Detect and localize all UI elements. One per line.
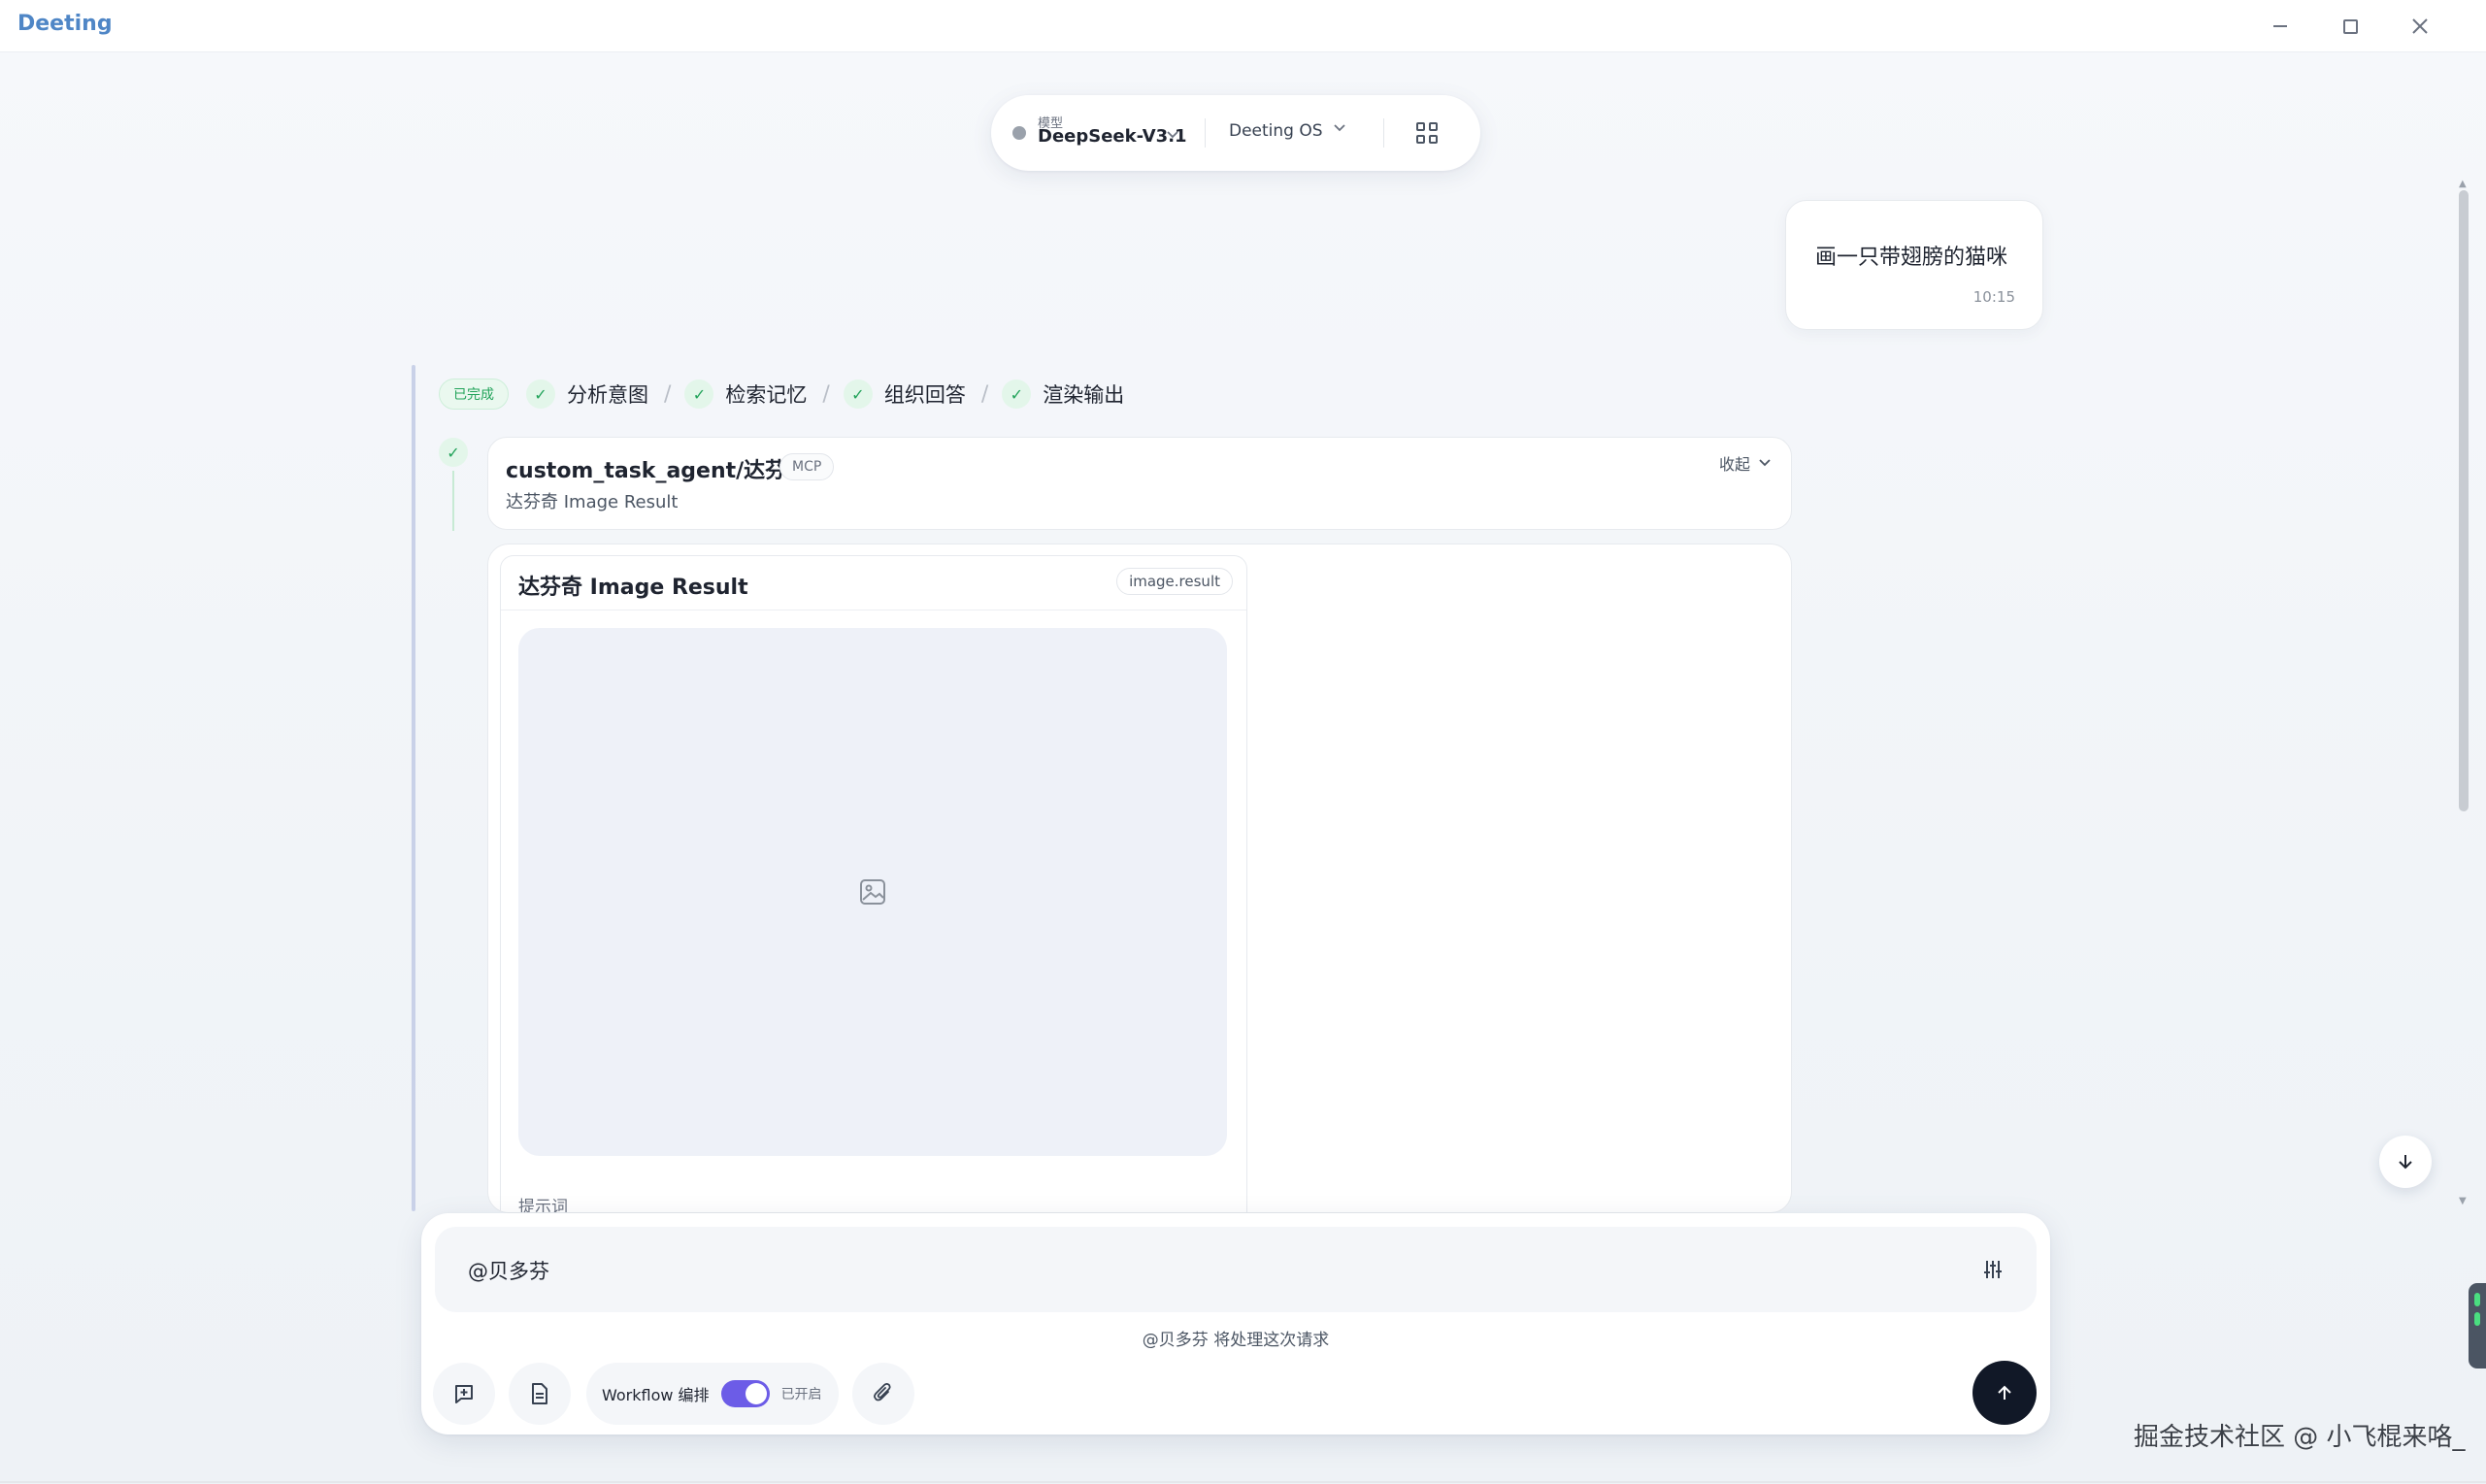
collapse-label: 收起 — [1718, 455, 1750, 474]
step-label: 组织回答 — [883, 383, 966, 407]
model-select[interactable]: DeepSeek-V3.1 — [1038, 126, 1187, 147]
close-icon[interactable] — [2385, 0, 2455, 52]
scroll-thumb[interactable] — [2459, 190, 2469, 811]
message-composer: @贝多芬 @贝多芬 将处理这次请求 Workflow 编排 已开启 — [421, 1213, 2050, 1435]
tool-subtitle: 达芬奇 Image Result — [506, 492, 679, 512]
user-message-bubble: 画一只带翅膀的猫咪 10:15 — [1785, 200, 2043, 330]
composer-hint: @贝多芬 将处理这次请求 — [1142, 1331, 1330, 1350]
settings-sliders-icon[interactable] — [1967, 1243, 2019, 1296]
divider — [0, 1481, 2486, 1483]
check-icon: ✓ — [526, 379, 555, 409]
new-chat-button[interactable] — [433, 1363, 495, 1425]
progress-steps: 已完成 ✓ 分析意图 / ✓ 检索记忆 / ✓ 组织回答 / ✓ 渲染输出 — [439, 377, 1138, 412]
model-status-dot — [1012, 126, 1026, 140]
check-icon: ✓ — [439, 438, 468, 467]
chevron-down-icon[interactable] — [1166, 128, 1179, 144]
divider — [1383, 118, 1384, 148]
workflow-toggle[interactable] — [720, 1380, 770, 1407]
tool-call-card: custom_task_agent/达芬奇 MCP 达芬奇 Image Resu… — [487, 437, 1792, 530]
step-separator: / — [980, 381, 989, 407]
watermark: 掘金技术社区 @ 小飞棍来咯_ — [2134, 1423, 2466, 1452]
send-button[interactable] — [1972, 1361, 2037, 1425]
image-icon — [860, 879, 885, 905]
os-select[interactable]: Deeting OS — [1229, 121, 1323, 141]
workflow-state: 已开启 — [780, 1387, 822, 1402]
divider — [1205, 118, 1206, 148]
result-type-tag: image.result — [1116, 568, 1233, 595]
message-input[interactable]: @贝多芬 — [435, 1227, 2037, 1312]
edge-widget[interactable] — [2469, 1283, 2486, 1369]
step-analyze-intent: ✓ 分析意图 — [526, 379, 648, 409]
model-selector-bar: 模型 DeepSeek-V3.1 Deeting OS — [991, 95, 1480, 171]
step-label: 检索记忆 — [725, 383, 808, 407]
add-message-icon — [455, 1385, 473, 1403]
step-label: 渲染输出 — [1043, 383, 1125, 407]
scroll-up-arrow-icon[interactable]: ▲ — [2459, 179, 2467, 189]
step-label: 分析意图 — [567, 383, 648, 407]
arrow-up-icon — [1998, 1385, 2011, 1400]
message-timestamp: 10:15 — [1972, 288, 2015, 306]
scroll-to-bottom-button[interactable] — [2379, 1136, 2432, 1188]
user-message-text: 画一只带翅膀的猫咪 — [1815, 246, 2008, 270]
scroll-down-arrow-icon[interactable]: ▼ — [2459, 1196, 2467, 1206]
assistant-timeline-bar — [412, 365, 415, 1211]
image-result-card: 达芬奇 Image Result image.result 提示词 — [500, 555, 1247, 1213]
status-badge: 已完成 — [439, 379, 509, 410]
maximize-icon[interactable] — [2315, 0, 2385, 52]
check-icon: ✓ — [1002, 379, 1032, 409]
title-bar: Deeting — [0, 0, 2486, 52]
attach-button[interactable] — [852, 1363, 914, 1425]
check-icon: ✓ — [684, 379, 714, 409]
document-button[interactable] — [509, 1363, 571, 1425]
step-separator: / — [822, 381, 830, 407]
collapse-button[interactable]: 收起 — [1719, 451, 1772, 475]
document-icon — [532, 1383, 547, 1404]
paperclip-icon — [874, 1382, 891, 1402]
workflow-toggle-pill[interactable]: Workflow 编排 已开启 — [586, 1363, 839, 1425]
message-input-value[interactable]: @贝多芬 — [468, 1256, 549, 1285]
result-title: 达芬奇 Image Result — [518, 576, 748, 600]
check-icon: ✓ — [843, 379, 873, 409]
tool-timeline-line — [452, 471, 454, 531]
workflow-label: Workflow 编排 — [602, 1386, 710, 1404]
apps-grid-icon[interactable] — [1416, 122, 1438, 144]
minimize-icon[interactable] — [2245, 0, 2315, 52]
app-title: Deeting — [17, 12, 113, 36]
result-panel: 达芬奇 Image Result image.result 提示词 — [487, 544, 1792, 1213]
tool-type-tag: MCP — [779, 453, 835, 480]
tool-name: custom_task_agent/达芬奇 — [506, 459, 809, 483]
image-placeholder[interactable] — [518, 628, 1227, 1156]
arrow-down-icon — [2399, 1155, 2412, 1170]
step-retrieve-memory: ✓ 检索记忆 — [684, 379, 807, 409]
step-compose-answer: ✓ 组织回答 — [843, 379, 966, 409]
scrollbar[interactable]: ▲ ▼ — [2459, 179, 2469, 1207]
step-render-output: ✓ 渲染输出 — [1002, 379, 1124, 409]
step-separator: / — [664, 381, 672, 407]
chevron-down-icon — [1759, 459, 1771, 467]
chevron-down-icon[interactable] — [1333, 121, 1346, 137]
prompt-label: 提示词 — [518, 1198, 568, 1213]
result-header: 达芬奇 Image Result image.result — [501, 556, 1246, 610]
